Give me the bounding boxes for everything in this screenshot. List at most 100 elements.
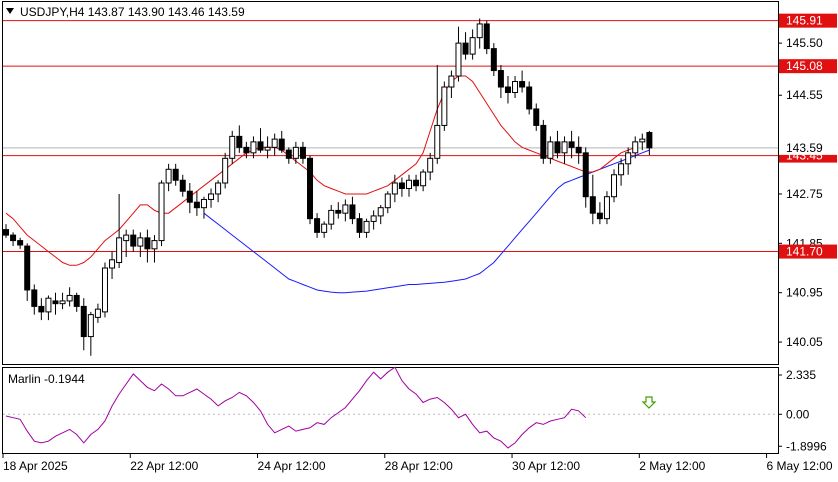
chart-svg: 145.50144.55143.50142.75141.85140.95140.…: [2, 1, 837, 473]
candle-body: [384, 193, 391, 209]
time-axis[interactable]: 18 Apr 2025 22 Apr 12:00 24 Apr 12:00 28 Ap…: [2, 454, 833, 473]
candle-body: [193, 201, 200, 209]
candle-body: [370, 215, 377, 222]
candle: [264, 136, 271, 159]
indicator-tick-label: 0.00: [786, 407, 810, 421]
candle-body: [413, 179, 420, 187]
candle-body: [264, 146, 271, 151]
candle-body: [66, 294, 73, 302]
candle: [257, 128, 264, 153]
candle: [208, 188, 215, 208]
indicator-tick-label: -1.8996: [786, 439, 827, 453]
price-tick-label: 145.50: [786, 36, 823, 50]
candle-body: [38, 305, 45, 313]
candle: [200, 196, 207, 219]
candle: [271, 133, 278, 156]
candle: [441, 81, 448, 131]
red-moving-average: [5, 75, 636, 266]
candle: [73, 292, 80, 312]
candle-body: [398, 182, 405, 189]
candle: [314, 213, 321, 238]
candle-body: [222, 157, 229, 184]
blue-ma-line: [203, 149, 650, 294]
candle: [101, 262, 108, 318]
candle-body: [554, 141, 561, 154]
candle: [589, 174, 596, 225]
candle-body: [349, 204, 356, 220]
candle-body: [24, 245, 31, 291]
time-tick-label: 28 Apr 12:00: [385, 459, 453, 473]
level-price-label: 145.08: [786, 59, 823, 73]
candle: [603, 191, 610, 225]
candle: [285, 147, 292, 164]
candle-body: [101, 267, 108, 313]
candle: [646, 130, 653, 156]
candle: [363, 218, 370, 238]
candle-body: [377, 207, 384, 217]
candle-body: [639, 138, 646, 143]
level-price-label: 141.70: [786, 245, 823, 259]
candle: [299, 141, 306, 164]
candle-body: [299, 146, 306, 159]
candle-body: [448, 75, 455, 88]
candle: [158, 180, 165, 247]
candle-body: [441, 86, 448, 126]
candle: [193, 191, 200, 216]
indicator-pane-frame: [2, 367, 779, 454]
candle: [582, 147, 589, 208]
candle-body: [646, 132, 653, 149]
candle-body: [314, 218, 321, 233]
candle-body: [462, 42, 469, 55]
candle: [3, 224, 9, 238]
candle-body: [328, 209, 335, 225]
candle-body: [137, 237, 144, 247]
candle-body: [208, 193, 215, 200]
candle-body: [547, 141, 554, 159]
candle-body: [596, 212, 603, 220]
candle-body: [45, 297, 52, 313]
candle-body: [243, 146, 250, 154]
candle: [575, 136, 582, 164]
candle: [215, 180, 222, 203]
candle-body: [3, 229, 9, 236]
candle-body: [151, 240, 158, 250]
time-tick-label: 2 May 12:00: [639, 459, 705, 473]
candle-body: [229, 135, 236, 159]
candle: [123, 229, 130, 258]
candle: [512, 76, 519, 98]
price-axis[interactable]: 145.50144.55143.50142.75141.85140.95140.…: [778, 36, 823, 349]
candle: [151, 235, 158, 263]
symbol-header: USDJPY,H4 143.87 143.90 143.46 143.59: [20, 5, 245, 19]
candle-body: [179, 179, 186, 192]
dropdown-triangle-icon[interactable]: [6, 8, 14, 14]
candle: [384, 191, 391, 214]
candle: [307, 155, 314, 225]
candle: [321, 221, 328, 238]
candle-body: [59, 300, 66, 305]
candle-body: [533, 108, 540, 126]
candle: [278, 130, 285, 153]
candle-body: [526, 86, 533, 110]
candle: [497, 65, 504, 98]
candle: [504, 76, 511, 104]
candle: [554, 130, 561, 159]
candle: [250, 136, 257, 159]
candle: [462, 32, 469, 60]
candle-body: [611, 174, 618, 198]
candle-body: [618, 163, 625, 176]
candle-body: [10, 234, 17, 242]
candle: [413, 174, 420, 192]
candle: [292, 141, 299, 164]
candle-body: [589, 196, 596, 214]
level-labels: 145.91145.08143.45141.70143.59: [779, 13, 837, 259]
candle-body: [94, 308, 101, 318]
marlin-series-line: [5, 366, 587, 449]
candle-body: [321, 223, 328, 233]
candle: [526, 81, 533, 115]
candle-body: [109, 259, 116, 269]
candle: [144, 229, 151, 263]
indicator-label: Marlin -0.1944: [8, 372, 85, 386]
candle-body: [490, 48, 497, 72]
candle: [596, 202, 603, 225]
candle-body: [250, 141, 257, 154]
